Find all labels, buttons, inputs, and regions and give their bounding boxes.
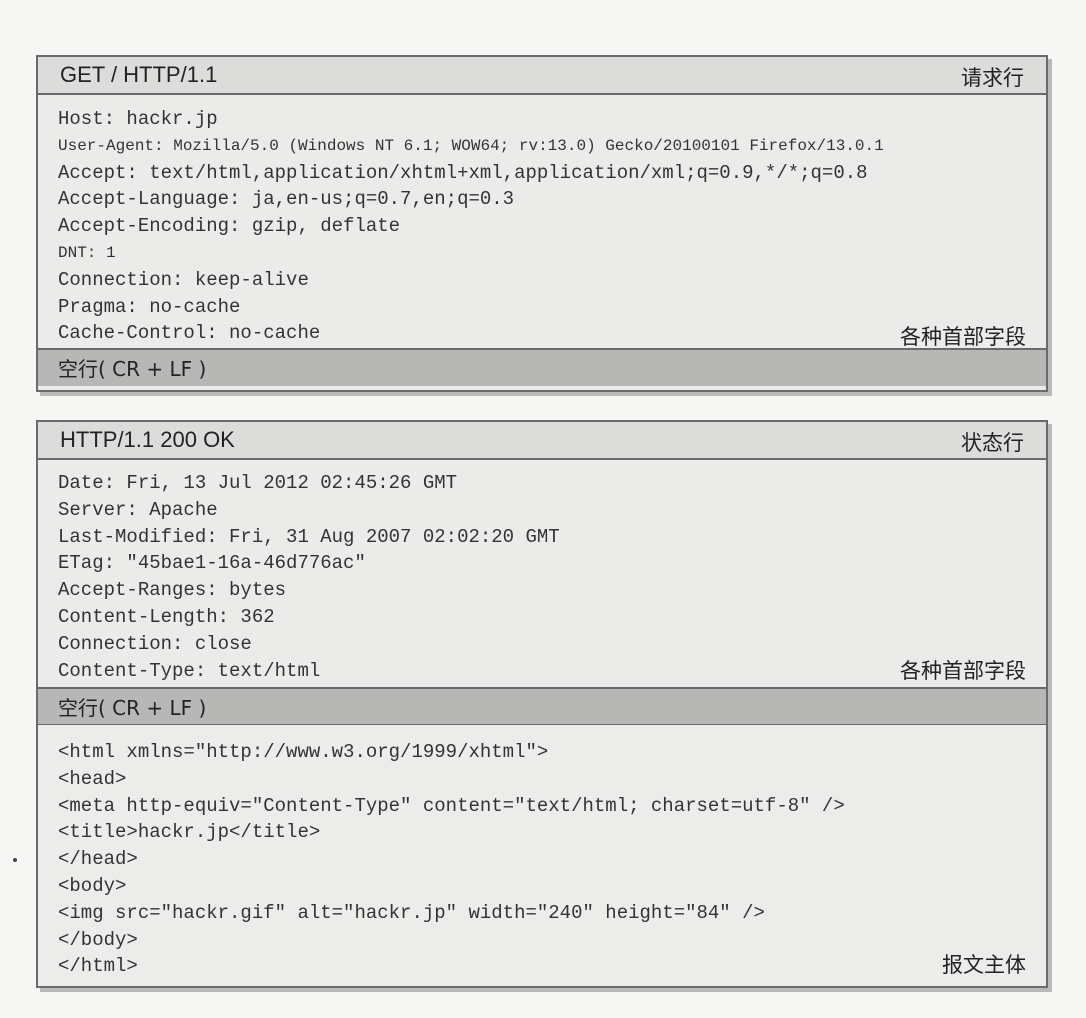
message-body-line: <head> <box>58 767 127 790</box>
message-body-line: </html> <box>58 955 138 978</box>
message-body-line: <meta http-equiv="Content-Type" content=… <box>58 794 845 817</box>
response-blank-line-bar: 空行( CR + LF ) <box>38 687 1046 726</box>
response-header-line: Content-Length: 362 <box>58 605 275 628</box>
request-line-bar: GET / HTTP/1.1 请求行 <box>38 57 1046 95</box>
message-body-label: 报文主体 <box>942 953 1026 977</box>
stray-mark <box>13 858 17 862</box>
status-line-bar: HTTP/1.1 200 OK 状态行 <box>38 422 1046 460</box>
response-header-line: Accept-Ranges: bytes <box>58 579 287 602</box>
request-line-label: 请求行 <box>961 66 1024 90</box>
request-header-line: User-Agent: Mozilla/5.0 (Windows NT 6.1;… <box>58 136 884 155</box>
request-header-line: Accept-Language: ja,en-us;q=0.7,en;q=0.3 <box>58 188 515 211</box>
request-blank-line: 空行( CR + LF ) <box>58 357 207 381</box>
request-header-line: Accept-Encoding: gzip, deflate <box>58 215 401 238</box>
response-header-line: ETag: "45bae1-16a-46d776ac" <box>58 552 366 575</box>
status-line-label: 状态行 <box>961 431 1024 455</box>
request-header-line: Accept: text/html,application/xhtml+xml,… <box>58 161 868 184</box>
request-message-box: GET / HTTP/1.1 请求行 Host: hackr.jp User-A… <box>36 55 1048 392</box>
message-body-line: <html xmlns="http://www.w3.org/1999/xhtm… <box>58 741 549 763</box>
response-headers-label: 各种首部字段 <box>900 659 1026 683</box>
request-header-line: DNT: 1 <box>58 243 116 262</box>
request-header-line: Host: hackr.jp <box>58 108 218 130</box>
response-header-line: Server: Apache <box>58 498 218 521</box>
request-header-line: Connection: keep-alive <box>58 268 309 291</box>
message-body-line: </head> <box>58 848 138 871</box>
message-body-line: <title>hackr.jp</title> <box>58 821 321 844</box>
message-body: <html xmlns="http://www.w3.org/1999/xhtm… <box>58 739 845 980</box>
request-header-line: Pragma: no-cache <box>58 295 241 318</box>
request-blank-line-bar: 空行( CR + LF ) <box>38 348 1046 386</box>
message-body-line: <img src="hackr.gif" alt="hackr.jp" widt… <box>58 901 765 924</box>
response-blank-line: 空行( CR + LF ) <box>58 696 207 720</box>
response-header-line: Last-Modified: Fri, 31 Aug 2007 02:02:20… <box>58 525 560 548</box>
request-line: GET / HTTP/1.1 <box>60 62 218 87</box>
status-line: HTTP/1.1 200 OK <box>60 427 235 452</box>
request-header-line: Cache-Control: no-cache <box>58 322 321 345</box>
request-headers: Host: hackr.jp User-Agent: Mozilla/5.0 (… <box>58 106 884 347</box>
request-headers-label: 各种首部字段 <box>900 325 1026 349</box>
response-headers: Date: Fri, 13 Jul 2012 02:45:26 GMT Serv… <box>58 470 560 684</box>
message-body-line: <body> <box>58 874 127 897</box>
response-message-box: HTTP/1.1 200 OK 状态行 Date: Fri, 13 Jul 20… <box>36 420 1048 988</box>
response-header-line: Connection: close <box>58 632 252 655</box>
message-body-line: </body> <box>58 928 138 951</box>
response-header-line: Content-Type: text/html <box>58 659 321 682</box>
response-header-line: Date: Fri, 13 Jul 2012 02:45:26 GMT <box>58 472 458 494</box>
